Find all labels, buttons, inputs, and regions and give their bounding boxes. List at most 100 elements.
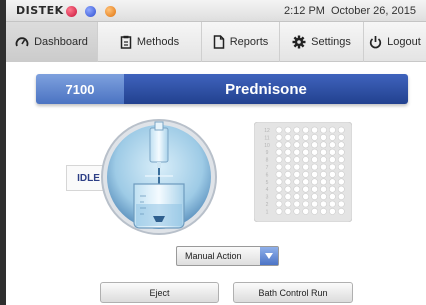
tray-well[interactable] [329,156,336,163]
tray-well[interactable] [284,148,292,156]
tray-well[interactable] [320,126,327,134]
tray-well[interactable] [329,171,336,178]
tray-well[interactable] [337,148,345,156]
tray-well[interactable] [337,163,345,171]
tray-well[interactable] [284,133,292,141]
tray-well[interactable] [329,163,336,171]
tray-well[interactable] [293,171,301,178]
sample-tray[interactable]: 1211 109 876 54 321 [254,122,352,222]
tray-well[interactable] [337,141,345,149]
tray-well[interactable] [320,171,327,178]
tray-well[interactable] [302,200,310,208]
tab-methods[interactable]: Methods [98,22,202,62]
tray-well[interactable] [284,126,292,134]
tray-well[interactable] [311,208,318,215]
tray-well[interactable] [284,178,292,186]
tray-well[interactable] [284,171,292,178]
tray-well[interactable] [337,193,345,200]
tray-well[interactable] [329,133,336,141]
chevron-down-icon[interactable] [260,247,278,265]
tray-well[interactable] [337,185,345,193]
tray-well[interactable] [320,185,327,193]
tray-well[interactable] [329,208,336,215]
tray-well[interactable] [293,208,301,215]
tray-well[interactable] [311,141,318,149]
tray-well[interactable] [320,178,327,186]
dissolution-vessel[interactable] [100,118,218,236]
tray-well[interactable] [275,141,283,149]
tray-well[interactable] [284,156,292,163]
tray-well[interactable] [320,208,327,215]
tray-well[interactable] [302,208,310,215]
tray-well[interactable] [284,163,292,171]
tray-well[interactable] [311,148,318,156]
tray-well[interactable] [275,156,283,163]
tray-well[interactable] [302,163,310,171]
tray-well[interactable] [337,178,345,186]
tray-well[interactable] [275,208,283,215]
tray-well[interactable] [311,200,318,208]
tray-well[interactable] [284,208,292,215]
tray-well[interactable] [311,185,318,193]
tray-well[interactable] [275,193,283,200]
tray-well[interactable] [275,126,283,134]
tray-well[interactable] [329,185,336,193]
tray-well[interactable] [275,148,283,156]
tray-well[interactable] [302,178,310,186]
tray-well[interactable] [320,141,327,149]
tray-well[interactable] [302,148,310,156]
tray-well[interactable] [302,133,310,141]
tray-well[interactable] [284,193,292,200]
tray-well[interactable] [293,126,301,134]
tray-well[interactable] [311,163,318,171]
tray-well[interactable] [311,133,318,141]
tab-dashboard[interactable]: Dashboard [6,22,98,62]
tray-well[interactable] [302,156,310,163]
eject-button[interactable]: Eject [100,282,219,303]
tray-well[interactable] [329,141,336,149]
tray-well[interactable] [293,200,301,208]
tray-well[interactable] [302,141,310,149]
tray-well[interactable] [320,148,327,156]
manual-action-dropdown[interactable]: Manual Action [176,246,279,266]
tray-well[interactable] [302,126,310,134]
tray-well[interactable] [284,141,292,149]
tray-well[interactable] [275,163,283,171]
tab-logout[interactable]: Logout [364,22,426,62]
tray-well[interactable] [275,133,283,141]
tray-well[interactable] [275,171,283,178]
tray-well[interactable] [275,178,283,186]
tab-settings[interactable]: Settings [280,22,364,62]
tray-well[interactable] [329,193,336,200]
tray-well[interactable] [293,141,301,149]
tray-well[interactable] [293,185,301,193]
tray-well[interactable] [320,193,327,200]
tray-well[interactable] [329,178,336,186]
bath-control-run-button[interactable]: Bath Control Run [233,282,353,303]
tray-well[interactable] [329,148,336,156]
tray-well[interactable] [302,171,310,178]
tray-well[interactable] [337,126,345,134]
tray-well[interactable] [320,200,327,208]
tray-well[interactable] [293,193,301,200]
tray-well[interactable] [320,163,327,171]
tray-well[interactable] [311,156,318,163]
tray-well[interactable] [311,171,318,178]
tray-well[interactable] [337,208,345,215]
tray-well[interactable] [293,163,301,171]
tray-well[interactable] [293,178,301,186]
tray-well[interactable] [302,193,310,200]
tray-well[interactable] [311,178,318,186]
tray-well[interactable] [293,133,301,141]
tray-well[interactable] [293,156,301,163]
tray-well[interactable] [329,126,336,134]
tray-well[interactable] [320,133,327,141]
tray-well[interactable] [293,148,301,156]
tray-well[interactable] [311,126,318,134]
tray-well[interactable] [275,185,283,193]
tray-well[interactable] [337,133,345,141]
tray-well[interactable] [311,193,318,200]
tray-well[interactable] [320,156,327,163]
tab-reports[interactable]: Reports [202,22,280,62]
tray-well[interactable] [337,156,345,163]
